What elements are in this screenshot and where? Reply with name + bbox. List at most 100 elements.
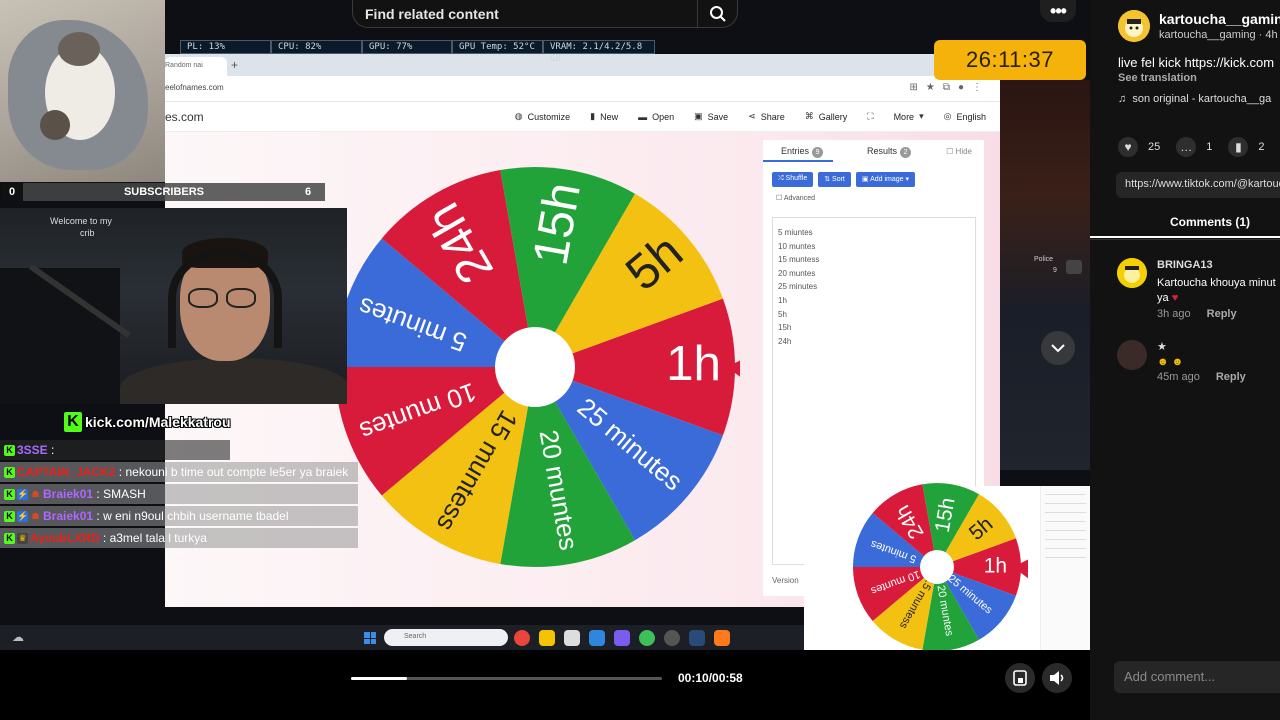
calendar-icon[interactable] — [564, 630, 580, 646]
chat-text: a3mel tala l turkya — [109, 531, 207, 545]
entry-line: 1h — [778, 295, 787, 305]
chrome-icon[interactable] — [514, 630, 530, 646]
comment-emoji: ★ ☻ ☻ — [1157, 341, 1184, 368]
volume-icon[interactable] — [1042, 663, 1072, 693]
prime-badge-icon: ⚡ — [17, 489, 29, 501]
entry-line: 5h — [778, 309, 787, 319]
weather-icon[interactable]: ☁ — [12, 630, 24, 644]
caret-down-icon: ▾ — [919, 111, 924, 121]
wheel-hub[interactable] — [495, 327, 575, 407]
related-search[interactable]: Find related content — [352, 0, 738, 28]
prime-badge-icon: ⚡ — [17, 511, 29, 523]
stat-gpu-temp: GPU Temp: 52°C — [452, 40, 543, 54]
discord-icon[interactable] — [614, 630, 630, 646]
chat-username[interactable]: Braiek01 — [43, 487, 93, 501]
spin-wheel[interactable]: 1h25 minutes20 muntes15 muntess10 muntes… — [330, 162, 740, 572]
advanced-checkbox[interactable]: ☐ Advanced — [763, 187, 984, 202]
tab-comments[interactable]: Comments (1) — [1090, 210, 1280, 238]
menu-fullscreen[interactable]: ⛶ — [867, 111, 873, 122]
chat-message: K ⚡ ☗ Braiek01 : SMASH — [0, 484, 358, 504]
hide-toggle[interactable]: ☐ Hide — [946, 147, 972, 156]
subscribers-label: SUBSCRIBERS — [123, 186, 205, 198]
entry-line: 25 minutes — [778, 282, 818, 292]
chevron-down-icon[interactable] — [1041, 331, 1075, 365]
menu-share[interactable]: ⋖ Share — [748, 111, 785, 122]
creator-username[interactable]: kartoucha__gaming — [1159, 11, 1280, 27]
browser-tabbar: Random nai + — [165, 54, 1000, 76]
video-player[interactable]: Police 9 Random nai + eelofnames.com ⊞★⧉… — [0, 0, 1090, 650]
tab-results[interactable]: Results 2 — [833, 140, 912, 162]
commenter-avatar[interactable] — [1117, 258, 1147, 288]
like-button[interactable]: ♥ 25 — [1118, 137, 1160, 157]
entries-count-badge: 9 — [812, 147, 824, 158]
app-icon[interactable] — [714, 630, 730, 646]
search-placeholder[interactable]: Find related content — [353, 6, 697, 22]
panel-buttons: ⤮ Shuffle ⇅ Sort ▣ Add image ▾ — [763, 162, 984, 187]
kick-badge-icon: K — [4, 511, 15, 523]
chat-username[interactable]: CAPTAIN_JACK2 — [17, 465, 115, 479]
sort-button[interactable]: ⇅ Sort — [818, 172, 851, 187]
menu-gallery[interactable]: ⌘ Gallery — [805, 111, 848, 122]
browser-icon[interactable] — [639, 630, 655, 646]
streamer-camera: Welcome to my crib — [0, 208, 347, 404]
save-button[interactable]: ▮ 2 — [1228, 137, 1265, 157]
subscribers-right: 6 — [305, 186, 312, 198]
obs-icon[interactable] — [664, 630, 680, 646]
new-tab-icon[interactable]: + — [231, 58, 238, 72]
chat-username[interactable]: 3SSE — [17, 443, 48, 457]
add-comment-input[interactable]: Add comment... — [1114, 661, 1280, 693]
playback-time: 00:10/00:58 — [678, 671, 743, 685]
add-image-button[interactable]: ▣ Add image ▾ — [855, 172, 915, 187]
taskbar-search[interactable]: Search — [384, 629, 508, 646]
see-translation-link[interactable]: See translation — [1118, 72, 1197, 84]
progress-bar[interactable] — [351, 677, 662, 680]
commenter-name[interactable]: BRINGA13 — [1157, 259, 1213, 271]
tab-entries[interactable]: Entries 9 — [763, 140, 834, 162]
windows-start-icon[interactable] — [364, 632, 376, 644]
sound-link[interactable]: ♫ son original - kartoucha__ga — [1118, 93, 1271, 105]
chat-username[interactable]: AyoubLXRD — [30, 531, 100, 545]
more-options-icon[interactable]: ••• — [1040, 0, 1076, 22]
steam-icon[interactable] — [689, 630, 705, 646]
search-icon[interactable] — [697, 0, 737, 27]
url-text[interactable]: eelofnames.com — [165, 83, 224, 92]
stream-chat: K 3SSE : K CAPTAIN_JACK2 : nekouni b time … — [0, 440, 360, 550]
chat-message: K ⚡ ☗ Braiek01 : w eni n9oul chbih username… — [0, 506, 358, 526]
reply-button[interactable]: Reply — [1207, 308, 1237, 320]
subscribers-bar: 0 SUBSCRIBERS 6 — [3, 183, 325, 201]
cam-sign: Welcome to my — [50, 216, 112, 226]
chat-message: K 3SSE : — [0, 440, 230, 460]
folder-icon[interactable] — [539, 630, 555, 646]
entry-line: 20 muntes — [778, 268, 816, 278]
file-icon: ▮ — [590, 111, 596, 121]
menu-open[interactable]: ▬ Open — [638, 111, 674, 122]
shuffle-button[interactable]: ⤮ Shuffle — [772, 172, 814, 187]
menu-new[interactable]: ▮ New — [590, 111, 618, 122]
mail-icon[interactable] — [589, 630, 605, 646]
creator-handle: kartoucha__gaming · 4h — [1159, 29, 1278, 41]
gallery-icon: ⌘ — [804, 111, 814, 121]
picture-in-picture-icon[interactable] — [1005, 663, 1035, 693]
creator-avatar[interactable] — [1118, 10, 1150, 42]
menu-language[interactable]: ◎ English — [944, 111, 986, 122]
chat-message: K CAPTAIN_JACK2 : nekouni b time out comp… — [0, 462, 358, 482]
commenter-avatar-2[interactable] — [1117, 340, 1147, 370]
palette-icon: ◍ — [514, 111, 523, 121]
menu-more[interactable]: More ▾ — [894, 111, 924, 122]
preview-side-panel — [1040, 486, 1090, 650]
crown-badge-icon: ☗ — [31, 511, 40, 522]
kick-badge-icon: K — [4, 489, 15, 501]
wheel-hub[interactable] — [920, 550, 954, 584]
kick-link: K kick.com/Malekkatrou — [64, 410, 231, 434]
copy-link-field[interactable]: https://www.tiktok.com/@kartoucha — [1116, 172, 1280, 198]
browser-tab[interactable]: Random nai — [165, 57, 227, 76]
chat-message: K ♛ AyoubLXRD : a3mel tala l turkya — [0, 528, 358, 548]
site-brand[interactable]: es.com — [165, 110, 204, 124]
menu-save[interactable]: ▣ Save — [694, 111, 728, 122]
chat-username[interactable]: Braiek01 — [43, 509, 93, 523]
comment-text: Kartoucha khouya minut ya ♥ — [1157, 277, 1276, 304]
menu-customize[interactable]: ◍ Customize — [515, 111, 570, 122]
police-label: Police — [1034, 256, 1054, 263]
reply-button-2[interactable]: Reply — [1216, 371, 1246, 383]
comment-button[interactable]: … 1 — [1176, 137, 1212, 157]
